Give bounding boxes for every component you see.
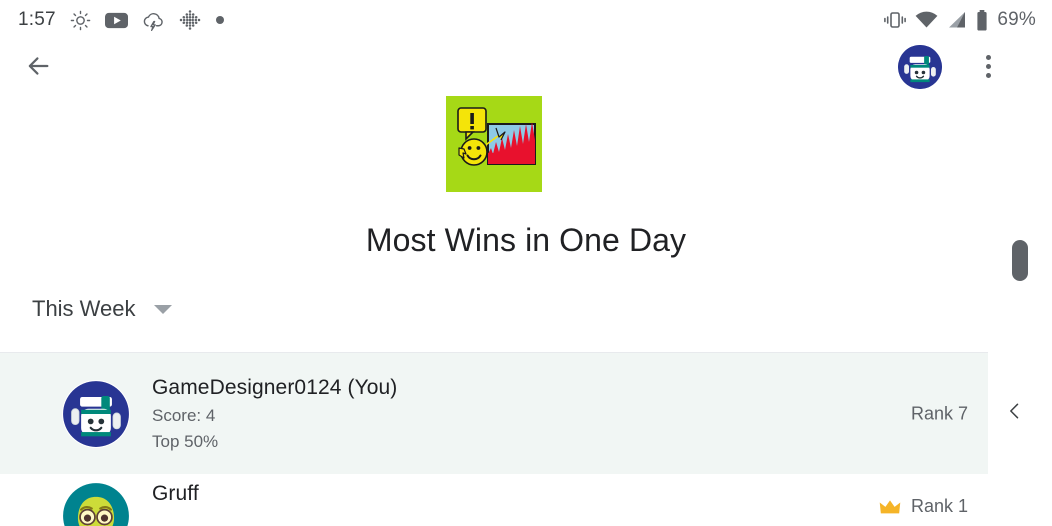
avatar-gruff [62, 482, 130, 526]
rank-label: Rank 7 [910, 403, 968, 423]
timeframe-filter-label: This Week [32, 296, 136, 321]
avatar-robot-icon [63, 380, 129, 447]
status-badge: Rank 7 [911, 403, 968, 424]
overflow-dot [985, 54, 991, 60]
avatar-robot-icon [898, 45, 942, 89]
player-percentile: Top 50% [152, 431, 219, 451]
player-name: Gruff [152, 482, 199, 505]
chevron-left-icon [1010, 403, 1019, 419]
profile-avatar-button[interactable] [898, 45, 942, 89]
app-bar [0, 40, 1052, 90]
chevron-down-icon [153, 304, 172, 314]
dot-icon [215, 15, 225, 25]
back-button[interactable] [20, 48, 56, 84]
crown-icon [879, 499, 901, 515]
status-badge: Rank 1 [879, 496, 968, 517]
cellular-signal-icon [947, 11, 967, 29]
battery-icon [976, 9, 988, 31]
player-name: GameDesigner0124 (You) [152, 375, 398, 399]
overflow-dot [985, 63, 991, 69]
app-screen: 1:57 69% Most Wins in One Day This Week … [0, 0, 1052, 526]
brightness-icon [70, 10, 91, 31]
vertical-scrollbar-thumb[interactable] [1012, 240, 1028, 281]
rank-label: Rank 1 [910, 496, 968, 516]
status-bar-right: 69% [884, 9, 1052, 31]
status-bar: 1:57 69% [0, 0, 1052, 40]
wifi-icon [915, 11, 938, 29]
battery-percent-label: 69% [997, 9, 1036, 30]
status-bar-left: 1:57 [0, 9, 225, 31]
back-arrow-icon [28, 57, 49, 75]
row-info: Gruff [152, 482, 199, 506]
overflow-dot [985, 72, 991, 78]
vibrate-icon [884, 10, 907, 30]
collapse-panel-button[interactable] [1000, 396, 1030, 426]
youtube-icon [104, 12, 128, 29]
weather-cloud-lightning-icon [142, 10, 165, 31]
leaderboard-list: GameDesigner0124 (You) Score: 4 Top 50% … [0, 352, 988, 526]
table-row[interactable]: Gruff Rank 1 [0, 474, 988, 526]
avatar-monster-icon [63, 483, 129, 526]
row-info: GameDesigner0124 (You) Score: 4 Top 50% [152, 376, 397, 452]
player-score: Score: 4 [152, 405, 216, 425]
most-wins-badge-icon [446, 96, 542, 192]
table-row[interactable]: GameDesigner0124 (You) Score: 4 Top 50% … [0, 353, 988, 474]
timeframe-filter-dropdown[interactable]: This Week [32, 296, 172, 322]
avatar-gamedesigner0124 [62, 379, 130, 448]
overflow-menu-button[interactable] [970, 48, 1006, 84]
dotted-diamond-icon [179, 9, 201, 31]
status-bar-clock: 1:57 [18, 9, 56, 30]
achievement-badge [446, 96, 542, 192]
page-title: Most Wins in One Day [365, 222, 687, 258]
